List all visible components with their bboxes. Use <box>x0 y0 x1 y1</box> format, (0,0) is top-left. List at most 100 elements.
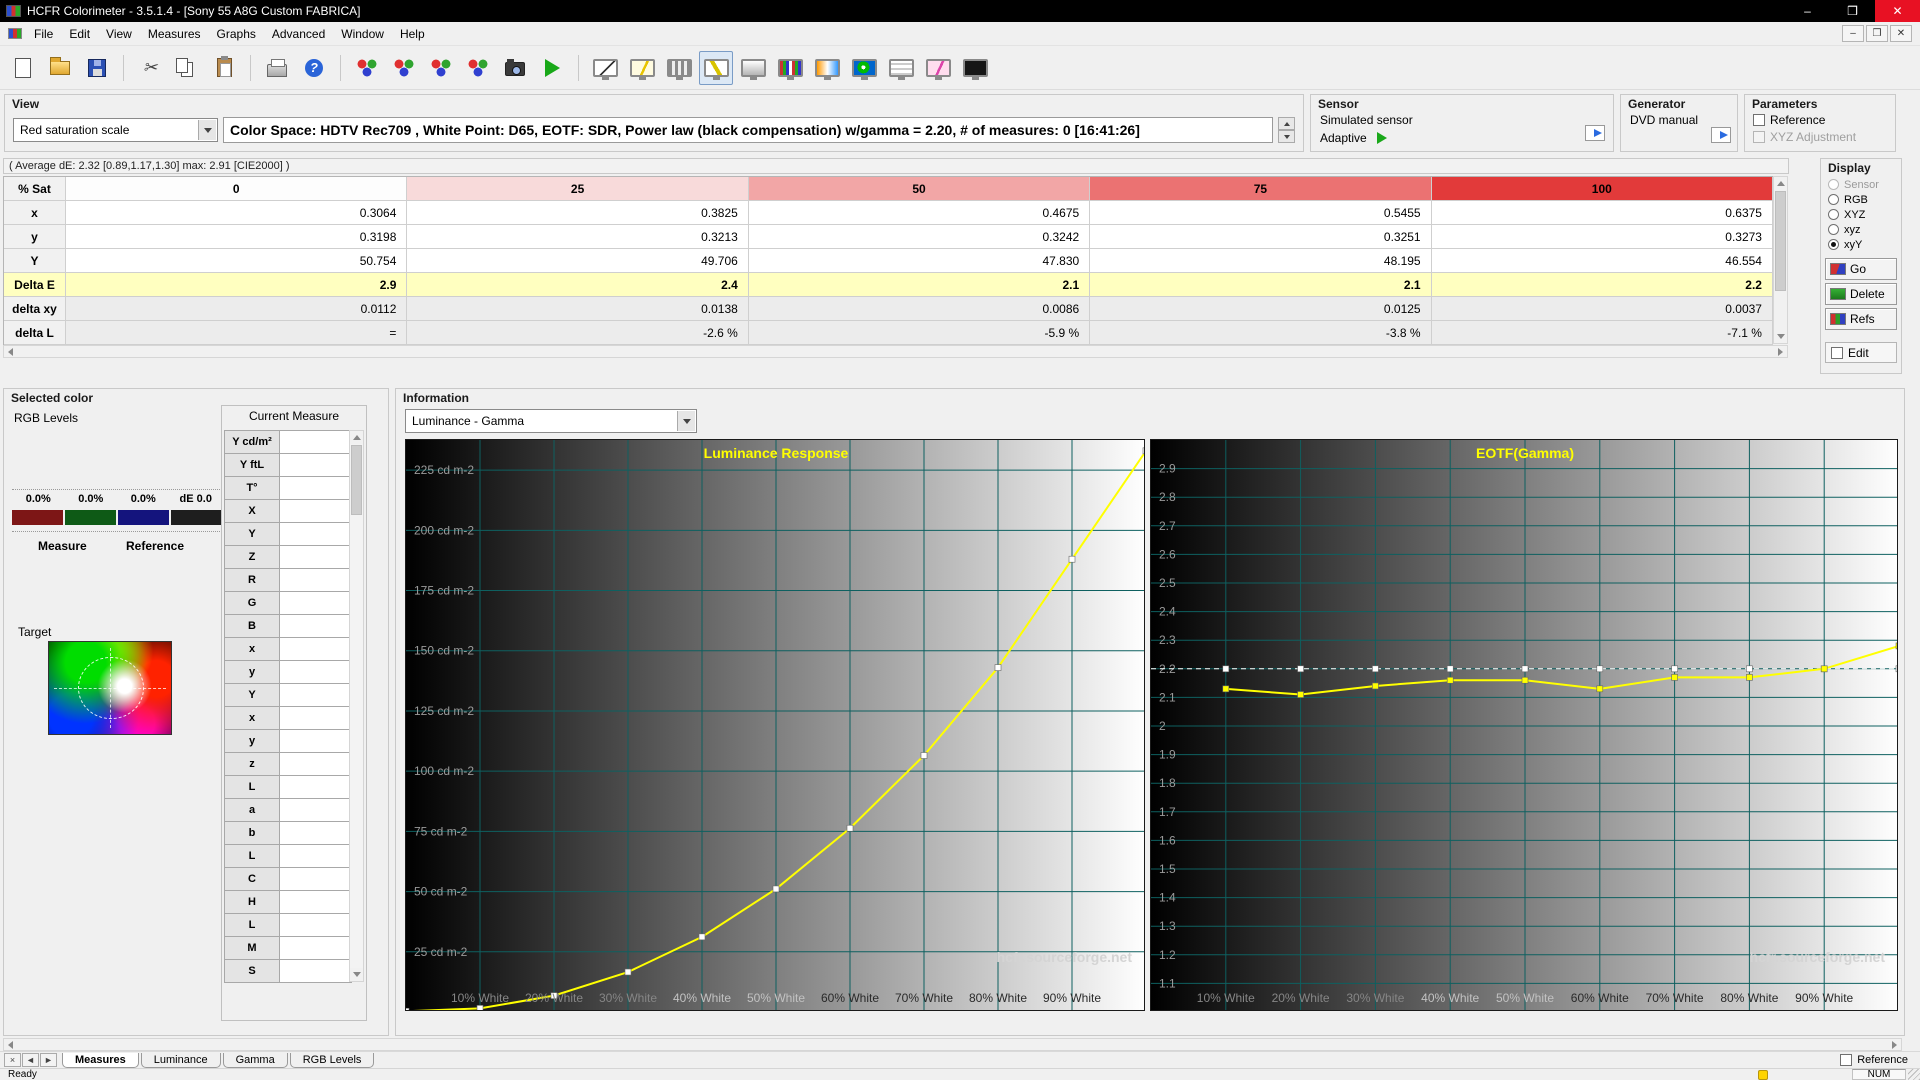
reference-checkbox[interactable] <box>1840 1054 1853 1066</box>
radio-icon[interactable] <box>1828 239 1839 250</box>
table-vertical-scrollbar[interactable] <box>1773 176 1788 344</box>
menu-view[interactable]: View <box>98 24 140 44</box>
colorspace-info-field[interactable]: Color Space: HDTV Rec709 , White Point: … <box>223 117 1273 143</box>
resize-grip[interactable] <box>1908 1069 1920 1080</box>
luminance-response-chart[interactable]: 25 cd m-2 50 cd m-2 75 cd m-2 100 cd m-2 125… <box>405 439 1145 1011</box>
edit-toggle[interactable]: Edit <box>1825 342 1897 363</box>
tab-scroll-left-button[interactable] <box>22 1053 39 1067</box>
sat-cell[interactable]: 49.706 <box>407 249 749 273</box>
new-document-button[interactable] <box>6 51 40 85</box>
menu-edit[interactable]: Edit <box>61 24 98 44</box>
display-mode-xyz[interactable]: xyz <box>1821 222 1901 237</box>
sat-cell[interactable]: -5.9 % <box>748 321 1091 345</box>
sat-cell[interactable]: 2.1 <box>748 273 1091 297</box>
paste-button[interactable] <box>207 51 241 85</box>
chevron-down-icon[interactable] <box>677 411 695 431</box>
sat-cell[interactable]: 0.3825 <box>407 201 749 225</box>
eotf-gamma-chart[interactable]: 2.92.82.72.62.52.42.32.22.121.91.81.71.6… <box>1150 439 1898 1011</box>
tab-close-button[interactable] <box>4 1053 21 1067</box>
view-gamma-button[interactable] <box>625 51 659 85</box>
main-horizontal-scrollbar[interactable] <box>3 1038 1902 1051</box>
sat-cell[interactable]: 0.0112 <box>66 297 408 321</box>
scale-preset-dropdown[interactable]: Red saturation scale <box>13 118 218 142</box>
sat-cell[interactable]: 0.6375 <box>1431 201 1773 225</box>
sat-cell[interactable]: 0.3251 <box>1090 225 1432 249</box>
mdi-close-button[interactable] <box>1890 25 1912 42</box>
measure-full-button[interactable] <box>461 51 495 85</box>
tab-scroll-right-button[interactable] <box>40 1053 57 1067</box>
view-free-measures-button[interactable] <box>958 51 992 85</box>
sat-cell[interactable]: -7.1 % <box>1431 321 1773 345</box>
sat-cell[interactable]: 2.1 <box>1090 273 1432 297</box>
spin-down-icon[interactable] <box>1278 130 1295 143</box>
spin-up-icon[interactable] <box>1278 117 1295 130</box>
menu-graphs[interactable]: Graphs <box>209 24 264 44</box>
radio-icon[interactable] <box>1828 209 1839 220</box>
mdi-restore-button[interactable] <box>1866 25 1888 42</box>
sat-cell[interactable]: 0.0125 <box>1090 297 1432 321</box>
param-reference[interactable]: Reference <box>1753 111 1856 128</box>
sat-cell[interactable]: 0.3273 <box>1431 225 1773 249</box>
view-nearblack-button[interactable] <box>662 51 696 85</box>
sat-cell[interactable]: 50.754 <box>66 249 408 273</box>
sat-cell[interactable]: -2.6 % <box>407 321 749 345</box>
view-rgb-levels-button[interactable] <box>773 51 807 85</box>
sat-cell[interactable]: -3.8 % <box>1090 321 1432 345</box>
sat-cell[interactable]: 47.830 <box>748 249 1091 273</box>
edit-checkbox[interactable] <box>1831 346 1843 359</box>
restore-button[interactable] <box>1830 0 1875 22</box>
sat-cell[interactable]: 0.5455 <box>1090 201 1432 225</box>
current-measure-scrollbar[interactable] <box>349 430 364 982</box>
tab-luminance[interactable]: Luminance <box>140 1052 221 1068</box>
save-button[interactable] <box>80 51 114 85</box>
sat-cell[interactable]: 46.554 <box>1431 249 1773 273</box>
view-measures-grid-button[interactable] <box>884 51 918 85</box>
reference-toggle[interactable]: Reference <box>1840 1054 1920 1066</box>
view-cie-chart-button[interactable] <box>847 51 881 85</box>
menu-measures[interactable]: Measures <box>140 24 209 44</box>
radio-icon[interactable] <box>1828 224 1839 235</box>
display-mode-xyy[interactable]: xyY <box>1821 237 1901 252</box>
sat-cell[interactable]: 0.0086 <box>748 297 1091 321</box>
capture-button[interactable] <box>498 51 532 85</box>
graph-selector-dropdown[interactable]: Luminance - Gamma <box>405 409 697 433</box>
display-mode-xyz[interactable]: XYZ <box>1821 207 1901 222</box>
view-luminance-gamma-button[interactable] <box>699 50 733 85</box>
copy-button[interactable] <box>170 51 204 85</box>
reference-checkbox[interactable] <box>1753 113 1765 126</box>
view-luminance-button[interactable] <box>588 51 622 85</box>
radio-icon[interactable] <box>1828 194 1839 205</box>
menu-help[interactable]: Help <box>392 24 433 44</box>
sat-cell[interactable]: 2.2 <box>1431 273 1773 297</box>
tab-rgb-levels[interactable]: RGB Levels <box>289 1052 375 1068</box>
sat-cell[interactable]: 0.4675 <box>748 201 1091 225</box>
delete-button[interactable]: Delete <box>1825 283 1897 305</box>
sat-cell[interactable]: 48.195 <box>1090 249 1432 273</box>
go-button[interactable]: Go <box>1825 258 1897 280</box>
menu-window[interactable]: Window <box>333 24 392 44</box>
measure-secondaries-button[interactable] <box>424 51 458 85</box>
display-mode-rgb[interactable]: RGB <box>1821 192 1901 207</box>
sat-cell[interactable]: 0.0138 <box>407 297 749 321</box>
view-color-temperature-button[interactable] <box>810 51 844 85</box>
print-button[interactable] <box>260 51 294 85</box>
sat-cell[interactable]: 0.3198 <box>66 225 408 249</box>
view-nearwhite-button[interactable] <box>736 51 770 85</box>
view-satshift-button[interactable] <box>921 51 955 85</box>
menu-file[interactable]: File <box>26 24 61 44</box>
refs-button[interactable]: Refs <box>1825 308 1897 330</box>
minimize-button[interactable] <box>1785 0 1830 22</box>
chevron-down-icon[interactable] <box>198 120 216 140</box>
sat-cell[interactable]: 0.3242 <box>748 225 1091 249</box>
tab-gamma[interactable]: Gamma <box>222 1052 288 1068</box>
menu-advanced[interactable]: Advanced <box>264 24 333 44</box>
sat-cell[interactable]: 0.3213 <box>407 225 749 249</box>
measure-grayscale-button[interactable] <box>350 51 384 85</box>
measure-primaries-button[interactable] <box>387 51 421 85</box>
run-measures-button[interactable] <box>535 51 569 85</box>
close-button[interactable] <box>1875 0 1920 22</box>
sat-cell[interactable]: 0.0037 <box>1431 297 1773 321</box>
sensor-config-button[interactable] <box>1585 125 1605 141</box>
sat-cell[interactable]: 0.3064 <box>66 201 408 225</box>
sat-cell[interactable]: = <box>66 321 408 345</box>
